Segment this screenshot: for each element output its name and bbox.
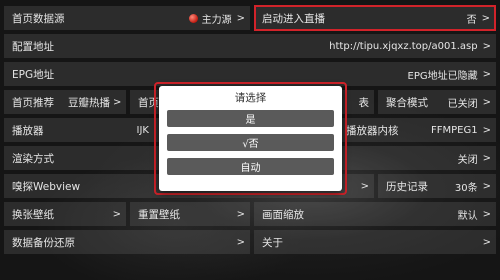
setting-value: EPG地址已隐藏	[407, 70, 478, 82]
setting-value: 豆瓣热播	[68, 96, 110, 109]
setting-label: 重置壁纸	[138, 208, 180, 221]
chevron-right-icon: >	[482, 236, 491, 248]
chevron-right-icon: >	[482, 152, 491, 164]
setting-label: 数据备份还原	[12, 236, 75, 249]
setting-label: 播放器	[12, 124, 44, 137]
chevron-right-icon: >	[113, 96, 122, 108]
choice-dialog: 请选择 是 √否 自动	[159, 86, 342, 191]
setting-start-live[interactable]: 启动进入直播 否 >	[254, 5, 496, 31]
setting-label: 关于	[262, 236, 283, 249]
chevron-right-icon: >	[236, 12, 245, 24]
setting-label: 表	[358, 96, 370, 109]
chevron-right-icon: >	[482, 208, 491, 220]
setting-value: http://tipu.xjqxz.top/a001.asp	[329, 40, 478, 52]
option-auto-button[interactable]: 自动	[167, 158, 334, 175]
chevron-right-icon: >	[236, 208, 245, 220]
chevron-right-icon: >	[482, 180, 491, 192]
setting-label: 换张壁纸	[12, 208, 54, 221]
setting-value: 已关闭	[447, 98, 478, 110]
dialog-title: 请选择	[234, 92, 267, 104]
setting-value: IJK	[136, 124, 149, 136]
chevron-right-icon: >	[482, 68, 491, 80]
setting-change-wallpaper[interactable]: 换张壁纸 >	[4, 202, 126, 226]
setting-label: 配置地址	[12, 40, 54, 53]
chevron-right-icon: >	[236, 236, 245, 248]
option-no-button[interactable]: √否	[167, 134, 334, 151]
setting-value: 否	[466, 14, 477, 26]
setting-label: 首页数据源	[12, 12, 65, 25]
setting-label: 首页推荐	[12, 96, 54, 109]
setting-value: 主力源	[201, 14, 232, 26]
setting-value: 30条	[454, 182, 478, 194]
setting-label: 渲染方式	[12, 152, 54, 165]
source-dot-icon	[188, 13, 198, 23]
option-yes-button[interactable]: 是	[167, 110, 334, 127]
setting-label: 历史记录	[386, 180, 428, 193]
setting-label: 嗅探Webview	[12, 180, 81, 193]
setting-label: EPG地址	[12, 68, 55, 81]
setting-data-backup[interactable]: 数据备份还原 >	[4, 230, 250, 254]
chevron-right-icon: >	[481, 12, 490, 24]
setting-label: 聚合模式	[386, 96, 428, 109]
setting-value: 关闭	[457, 154, 478, 166]
setting-screen-scale[interactable]: 画面缩放 默认 >	[254, 202, 496, 226]
chevron-right-icon: >	[112, 208, 121, 220]
setting-value: 默认	[457, 210, 478, 222]
setting-aggregate-mode[interactable]: 聚合模式 已关闭 >	[378, 90, 496, 114]
chevron-right-icon: >	[360, 180, 369, 192]
chevron-right-icon: >	[482, 40, 491, 52]
setting-label: 播放器内核	[346, 124, 399, 137]
setting-label: 启动进入直播	[262, 12, 325, 25]
setting-home-data-source[interactable]: 首页数据源 主力源 >	[4, 6, 250, 30]
setting-reset-wallpaper[interactable]: 重置壁纸 >	[130, 202, 250, 226]
setting-home-recommend[interactable]: 首页推荐 豆瓣热播 >	[4, 90, 126, 114]
setting-config-url[interactable]: 配置地址 http://tipu.xjqxz.top/a001.asp >	[4, 34, 496, 58]
setting-label: 画面缩放	[262, 208, 304, 221]
setting-value: FFMPEG1	[431, 124, 478, 136]
chevron-right-icon: >	[482, 96, 491, 108]
setting-history[interactable]: 历史记录 30条 >	[378, 174, 496, 198]
chevron-right-icon: >	[482, 124, 491, 136]
setting-about[interactable]: 关于 >	[254, 230, 496, 254]
